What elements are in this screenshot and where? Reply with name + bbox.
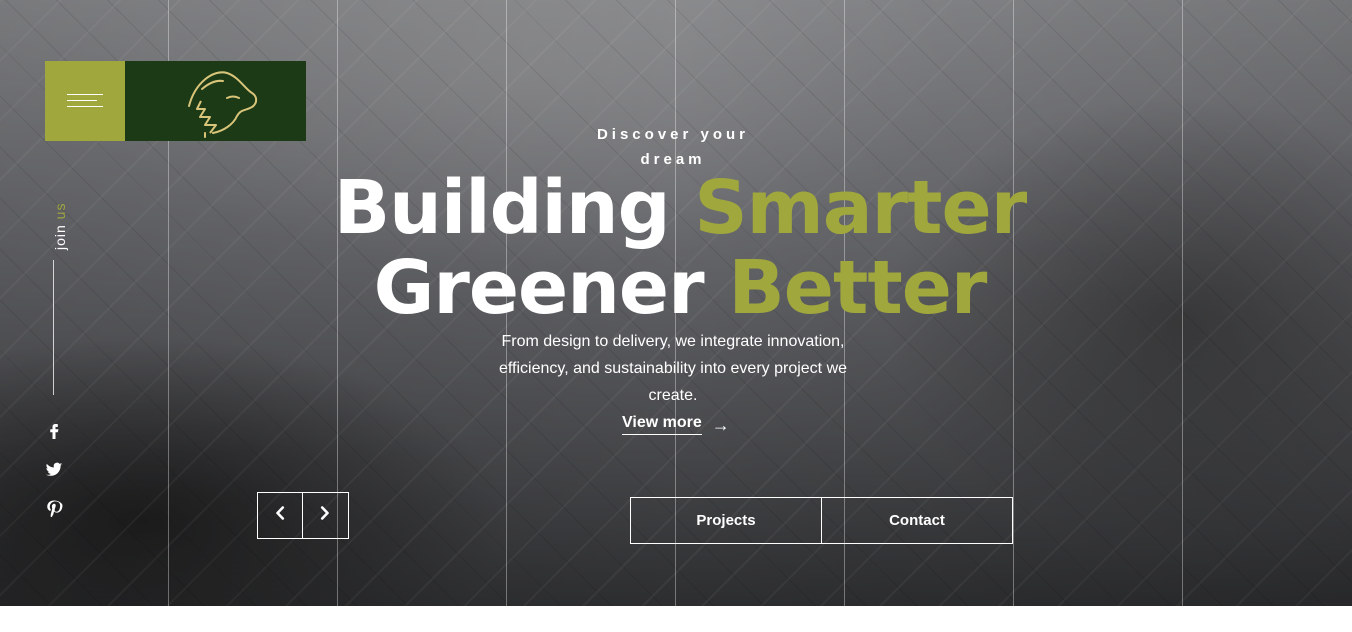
chevron-left-icon — [274, 506, 286, 525]
view-more-link[interactable]: View more → — [622, 414, 730, 435]
headline-smarter: Smarter — [694, 165, 1027, 251]
next-slide-button[interactable] — [303, 493, 347, 538]
headline-better: Better — [728, 245, 987, 331]
hamburger-icon — [67, 92, 103, 110]
headline-building: Building — [333, 165, 671, 251]
social-links — [42, 418, 66, 535]
panther-tree-logo-icon — [187, 71, 257, 138]
headline-line-1: Building Smarter — [270, 168, 1090, 248]
pinterest-icon[interactable] — [42, 496, 66, 520]
brand-logo[interactable] — [125, 61, 306, 141]
page-bottom — [0, 606, 1352, 632]
join-text: join — [52, 224, 68, 250]
chevron-right-icon — [319, 506, 331, 525]
headline-greener: Greener — [373, 245, 705, 331]
sidebar-divider — [53, 260, 54, 395]
projects-button[interactable]: Projects — [631, 498, 821, 543]
us-text: us — [52, 202, 68, 220]
hero-cta-group: Projects Contact — [630, 497, 1013, 544]
slider-controls — [257, 492, 349, 539]
guide-line — [1182, 0, 1183, 606]
headline-line-2: Greener Better — [270, 248, 1090, 328]
prev-slide-button[interactable] — [258, 493, 302, 538]
twitter-icon[interactable] — [42, 457, 66, 481]
hero-description: From design to delivery, we integrate in… — [498, 333, 848, 404]
hero-headline: Building Smarter Greener Better — [270, 168, 1090, 328]
arrow-right-icon: → — [711, 414, 730, 435]
facebook-icon[interactable] — [42, 418, 66, 442]
menu-button[interactable] — [45, 61, 125, 141]
join-us-text: join us — [52, 203, 68, 250]
view-more-text: View more — [622, 414, 702, 435]
join-us-label[interactable]: join us — [52, 170, 70, 250]
contact-button[interactable]: Contact — [822, 498, 1012, 543]
kicker-line-1: Discover your — [596, 126, 750, 143]
